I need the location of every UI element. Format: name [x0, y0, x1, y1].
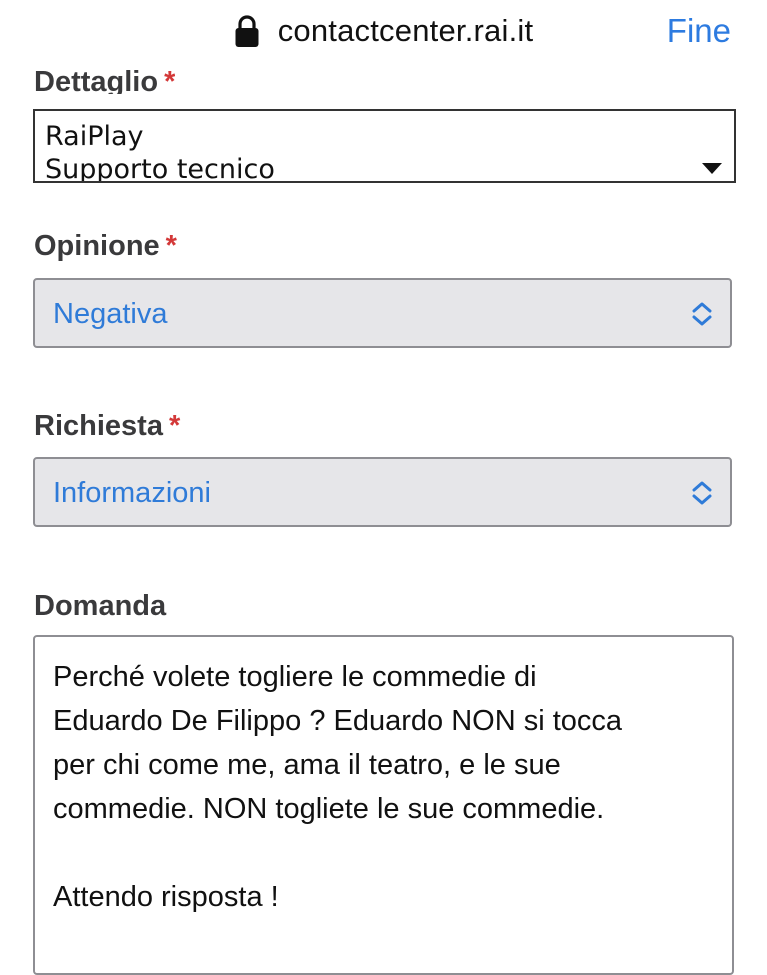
lock-icon: [234, 14, 260, 48]
domanda-line: Perché volete togliere le commedie di: [53, 661, 537, 693]
dettaglio-select[interactable]: RaiPlay Supporto tecnico: [33, 109, 736, 183]
done-button[interactable]: Fine: [667, 12, 731, 50]
required-mark: *: [165, 230, 177, 262]
dettaglio-option[interactable]: RaiPlay: [35, 120, 734, 153]
opinione-select[interactable]: Negativa: [33, 278, 732, 348]
domanda-line: commedie. NON togliete le sue commedie.: [53, 793, 605, 825]
browser-toolbar: contactcenter.rai.it Fine: [0, 0, 767, 64]
domanda-label: Domanda: [34, 590, 167, 622]
domanda-line: Eduardo De Filippo ? Eduardo NON si tocc…: [53, 705, 623, 737]
dettaglio-option[interactable]: Supporto tecnico: [35, 153, 734, 181]
chevron-up-down-icon: [690, 300, 714, 328]
richiesta-label: Richiesta *: [34, 410, 181, 442]
chevron-up-down-icon: [690, 479, 714, 507]
domanda-textarea[interactable]: Perché volete togliere le commedie di Ed…: [33, 635, 734, 975]
required-mark: *: [164, 66, 176, 94]
required-mark: *: [168, 410, 181, 442]
contact-form: Dettaglio * RaiPlay Supporto tecnico Opin…: [0, 0, 767, 975]
caret-down-icon: [702, 163, 722, 174]
richiesta-value: Informazioni: [53, 477, 211, 509]
opinione-label: Opinione *: [34, 230, 177, 262]
opinione-value: Negativa: [53, 298, 168, 330]
domanda-line: per chi come me, ama il teatro, e le sue: [53, 749, 561, 781]
url-text: contactcenter.rai.it: [277, 13, 534, 48]
address-bar[interactable]: contactcenter.rai.it: [0, 10, 767, 52]
richiesta-select[interactable]: Informazioni: [33, 457, 732, 527]
domanda-line: Attendo risposta !: [53, 881, 279, 913]
